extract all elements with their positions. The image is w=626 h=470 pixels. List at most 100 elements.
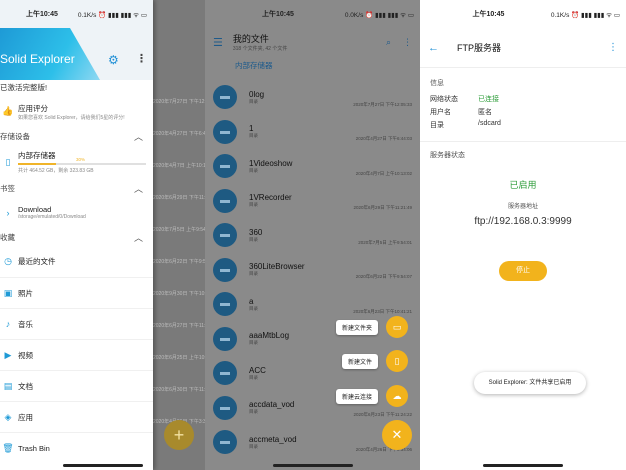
- bg-date: 2020年6月25日 上午10:29:37: [153, 355, 205, 361]
- folder-icon: ▬: [213, 85, 237, 110]
- status-icons: 0.0K/s ⏰ ▮▮▮ ▮▮▮ ᯤ ▭: [344, 11, 414, 19]
- navigation-drawer: 上午10:45 0.1K/s ⏰ ▮▮▮ ▮▮▮ ᯤ ▭ Solid Explo…: [0, 0, 153, 470]
- chevron-up-icon: ︿: [133, 183, 143, 194]
- new-folder-action[interactable]: 新建文件夹 ▭: [335, 316, 408, 338]
- internal-storage-item[interactable]: ▯ 内部存储器 30% 共计 464.52 GB，剩余 323.83 GB: [0, 145, 153, 179]
- folder-icon: ▬: [213, 223, 237, 248]
- list-item[interactable]: ▬ 0log 目录 2020年7月27日 下午12:05:33: [205, 80, 420, 115]
- bg-date: 2020年6月22日 下午9:54:07: [153, 259, 205, 265]
- folder-icon: ▬: [213, 119, 237, 144]
- list-item[interactable]: ▬ 360LiteBrowser 目录 2020年6月22日 下午9:54:07: [205, 253, 420, 288]
- clock-icon: ◷: [4, 256, 12, 266]
- document-icon: ▤: [3, 380, 13, 391]
- rate-app-item[interactable]: 👍 应用评分 如果您喜欢 Solid Explorer，请给我们5星的评分!: [0, 96, 153, 127]
- network-status-row: 网络状态 已连接: [430, 95, 499, 103]
- bg-date: 2020年7月27日 下午12:05:33: [153, 99, 205, 105]
- server-address-label: 服务器地址: [507, 204, 538, 210]
- trash-icon: 🗑: [2, 442, 14, 453]
- folder-icon: ▬: [213, 395, 237, 420]
- gesture-bar[interactable]: [483, 464, 563, 467]
- status-icons: 0.1K/s ⏰ ▮▮▮ ▮▮▮ ᯤ ▭: [550, 11, 620, 19]
- add-fab-dimmed: +: [164, 420, 194, 450]
- new-cloud-action[interactable]: 新建云连接 ☁: [335, 385, 408, 407]
- close-icon: ✕: [391, 427, 403, 442]
- files-title: 我的文件: [232, 34, 269, 44]
- download-bookmark[interactable]: › Download /storage/emulated/0/Download: [0, 197, 153, 228]
- folder-icon: ▬: [213, 430, 237, 455]
- folder-icon: ▬: [213, 361, 237, 386]
- info-section-title: 信息: [430, 80, 444, 87]
- folder-icon: ▬: [213, 326, 237, 351]
- trash-bin-item[interactable]: 🗑 Trash Bin: [0, 432, 153, 463]
- music-icon: ♪: [5, 319, 11, 329]
- apps-item[interactable]: ◈ 应用: [0, 401, 153, 432]
- list-item[interactable]: ▬ 1 目录 2020年4月27日 下午6:44:03: [205, 115, 420, 150]
- gesture-bar[interactable]: [272, 464, 353, 467]
- list-item[interactable]: ▬ 1VRecorder 目录 2020年6月29日 下午11:21:49: [205, 184, 420, 219]
- android-icon: ◈: [4, 411, 12, 422]
- favorites-section[interactable]: 收藏 ︿: [0, 228, 153, 246]
- chevron-up-icon: ︿: [133, 131, 143, 142]
- folder-icon: ▬: [213, 154, 237, 179]
- status-time: 上午10:45: [261, 11, 294, 18]
- bg-date: 2020年9月30日 下午10:41:21: [153, 291, 205, 297]
- video-item[interactable]: ▶ 视频: [0, 339, 153, 370]
- cloud-icon[interactable]: ☁: [386, 385, 408, 407]
- bg-date: 2020年6月27日 下午11:26:38: [153, 323, 205, 329]
- bg-date: 2020年7月5日 上午9:54:01: [153, 227, 205, 233]
- stop-button[interactable]: 停止: [499, 261, 547, 281]
- status-icons: 0.1K/s ⏰ ▮▮▮ ▮▮▮ ᯤ ▭: [77, 11, 147, 19]
- bg-date: 2020年4月7日 上午10:13:02: [153, 163, 205, 169]
- documents-item[interactable]: ▤ 文档: [0, 370, 153, 401]
- files-subtitle: 318 个文件夹, 42 个文件: [232, 46, 288, 52]
- video-icon: ▶: [4, 349, 12, 360]
- status-bar: 上午10:45 0.0K/s ⏰ ▮▮▮ ▮▮▮ ᯤ ▭: [205, 0, 420, 28]
- breadcrumb[interactable]: 内部存储器: [205, 56, 420, 80]
- ftp-toolbar: ← FTP服务器 ⋮: [420, 28, 626, 68]
- gear-icon[interactable]: ⚙: [108, 53, 119, 67]
- thumb-up-icon: 👍: [2, 106, 14, 116]
- drawer-header: 上午10:45 0.1K/s ⏰ ▮▮▮ ▮▮▮ ᯤ ▭ Solid Explo…: [0, 0, 153, 80]
- bg-date: 2020年4月27日 下午6:44:03: [153, 131, 205, 137]
- username-row: 用户名 匿名: [430, 108, 492, 116]
- status-time: 上午10:45: [25, 11, 58, 18]
- recent-files-item[interactable]: ◷ 最近的文件: [0, 246, 153, 277]
- bookmarks-section[interactable]: 书签 ︿: [0, 179, 153, 197]
- back-arrow-icon[interactable]: ←: [428, 42, 439, 54]
- status-bar: 上午10:45 0.1K/s ⏰ ▮▮▮ ▮▮▮ ᯤ ▭: [0, 0, 153, 28]
- server-address: ftp://192.168.0.3:9999: [474, 216, 572, 227]
- list-item[interactable]: ▬ 1Videoshow 目录 2020年4月7日 上午10:13:02: [205, 149, 420, 184]
- folder-icon: ▬: [213, 257, 237, 282]
- files-toolbar: ☰ 我的文件 318 个文件夹, 42 个文件 ⌕ ⋮: [205, 28, 420, 56]
- folder-icon[interactable]: ▭: [386, 316, 408, 338]
- menu-icon[interactable]: ☰: [213, 36, 223, 49]
- network-status-value: 已连接: [478, 95, 499, 103]
- new-file-action[interactable]: 新建文件 ▯: [341, 350, 408, 372]
- arrow-right-icon: ›: [6, 207, 10, 218]
- image-icon: ▣: [3, 287, 13, 298]
- close-fab-button[interactable]: ✕: [382, 420, 412, 450]
- toast-message: Solid Explorer: 文件共享已启用: [474, 372, 586, 394]
- photos-item[interactable]: ▣ 照片: [0, 277, 153, 308]
- server-enabled-status: 已启用: [509, 180, 537, 190]
- search-icon[interactable]: ⌕: [386, 37, 391, 48]
- chevron-up-icon: ︿: [133, 232, 143, 243]
- music-item[interactable]: ♪ 音乐: [0, 308, 153, 339]
- storage-section[interactable]: 存储设备 ︿: [0, 127, 153, 145]
- list-item[interactable]: ▬ 360 目录 2020年7月5日 上午9:54:01: [205, 218, 420, 253]
- drawer-screen: 2020年7月27日 下午12:05:33 2020年4月27日 下午6:44:…: [0, 0, 205, 470]
- app-title: Solid Explorer: [0, 52, 75, 66]
- directory-row: 目录 /sdcard: [430, 119, 501, 129]
- more-vert-icon[interactable]: ⋮: [136, 52, 147, 65]
- bg-date: 2020年6月29日 下午11:21:49: [153, 195, 205, 201]
- status-bar: 上午10:45 0.1K/s ⏰ ▮▮▮ ▮▮▮ ᯤ ▭: [420, 0, 626, 28]
- bg-date: 2020年6月30日 下午11:24:22: [153, 387, 205, 393]
- gesture-bar[interactable]: [62, 464, 143, 467]
- background-file-dates: 2020年7月27日 下午12:05:33 2020年4月27日 下午6:44:…: [153, 80, 205, 432]
- more-vert-icon[interactable]: ⋮: [608, 42, 618, 53]
- file-icon[interactable]: ▯: [386, 350, 408, 372]
- server-status-title: 服务器状态: [430, 152, 465, 159]
- more-vert-icon[interactable]: ⋮: [403, 37, 412, 48]
- folder-icon: ▬: [213, 188, 237, 213]
- folder-icon: ▬: [213, 292, 237, 317]
